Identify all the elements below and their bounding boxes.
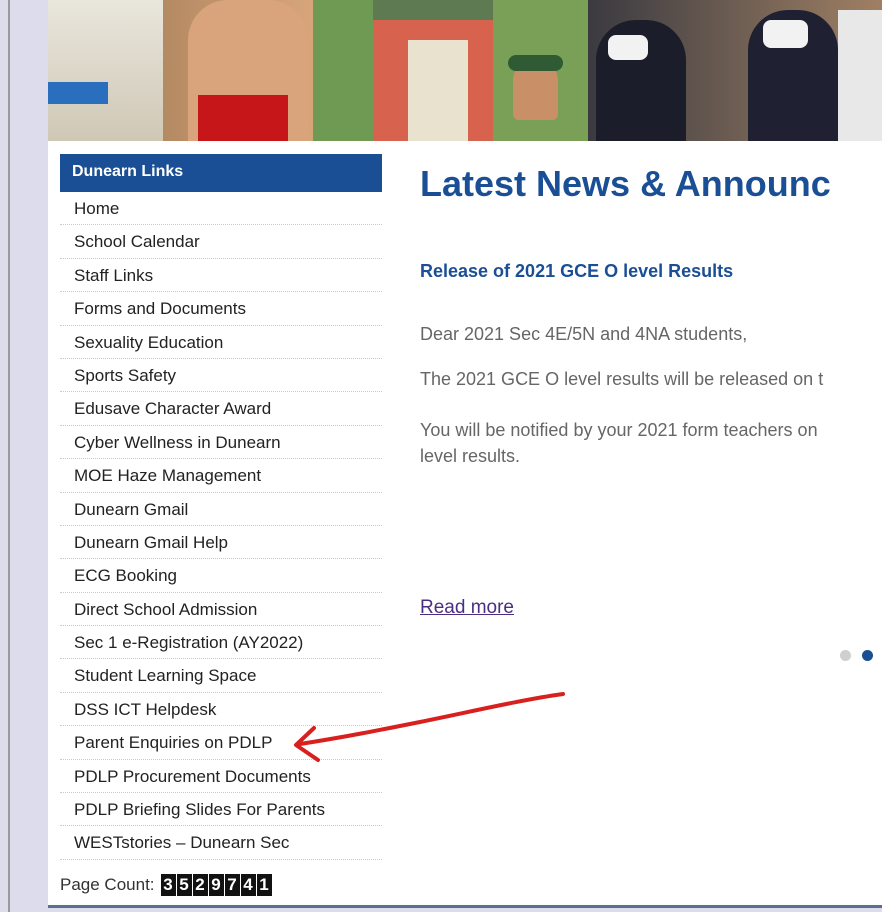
carousel-dots xyxy=(840,650,882,661)
article-paragraph: level results. xyxy=(420,446,521,466)
sidebar-item-staff-links[interactable]: Staff Links xyxy=(60,259,382,293)
sidebar-item-parent-enquiries-pdlp[interactable]: Parent Enquiries on PDLP xyxy=(60,726,382,760)
sidebar-item-sports-safety[interactable]: Sports Safety xyxy=(60,359,382,393)
sidebar-item-pdlp-briefing-slides[interactable]: PDLP Briefing Slides For Parents xyxy=(60,793,382,827)
page-count-digit: 3 xyxy=(160,874,176,896)
sidebar-item-edusave-character-award[interactable]: Edusave Character Award xyxy=(60,392,382,426)
sidebar-item-sec1-e-registration[interactable]: Sec 1 e-Registration (AY2022) xyxy=(60,626,382,660)
article-paragraph: You will be notified by your 2021 form t… xyxy=(420,420,818,440)
article-paragraph: The 2021 GCE O level results will be rel… xyxy=(420,369,824,389)
sidebar-item-home[interactable]: Home xyxy=(60,192,382,226)
sidebar-menu: Home School Calendar Staff Links Forms a… xyxy=(60,192,382,860)
page-count-label: Page Count: xyxy=(60,875,155,894)
page-bottom-border xyxy=(48,905,882,908)
page-counter: Page Count: 3 5 2 9 7 4 1 xyxy=(60,874,273,896)
sidebar-item-ecg-booking[interactable]: ECG Booking xyxy=(60,559,382,593)
sidebar-item-pdlp-procurement-documents[interactable]: PDLP Procurement Documents xyxy=(60,760,382,794)
sidebar-title: Dunearn Links xyxy=(60,154,382,192)
sidebar-item-sexuality-education[interactable]: Sexuality Education xyxy=(60,326,382,359)
news-heading: Latest News & Announc xyxy=(420,163,831,204)
page-count-digit: 5 xyxy=(176,874,192,896)
sidebar-item-dss-ict-helpdesk[interactable]: DSS ICT Helpdesk xyxy=(60,693,382,727)
page-count-digits: 3 5 2 9 7 4 1 xyxy=(160,874,273,896)
sidebar-item-dunearn-gmail[interactable]: Dunearn Gmail xyxy=(60,493,382,526)
window-left-border xyxy=(8,0,10,912)
article-title-link[interactable]: Release of 2021 GCE O level Results xyxy=(420,261,733,282)
page-count-digit: 4 xyxy=(240,874,256,896)
sidebar-item-weststories[interactable]: WESTstories – Dunearn Sec xyxy=(60,826,382,860)
sidebar-item-forms-and-documents[interactable]: Forms and Documents xyxy=(60,292,382,326)
sidebar-item-cyber-wellness[interactable]: Cyber Wellness in Dunearn xyxy=(60,426,382,460)
carousel-dot-1[interactable] xyxy=(840,650,851,661)
page-count-digit: 9 xyxy=(208,874,224,896)
sidebar-item-student-learning-space[interactable]: Student Learning Space xyxy=(60,659,382,693)
page-count-digit: 1 xyxy=(256,874,272,896)
page-count-digit: 2 xyxy=(192,874,208,896)
sidebar: Dunearn Links Home School Calendar Staff… xyxy=(60,154,382,860)
sidebar-item-direct-school-admission[interactable]: Direct School Admission xyxy=(60,593,382,627)
school-banner-image xyxy=(48,0,882,141)
read-more-link[interactable]: Read more xyxy=(420,597,514,619)
sidebar-item-moe-haze-management[interactable]: MOE Haze Management xyxy=(60,459,382,493)
sidebar-item-dunearn-gmail-help[interactable]: Dunearn Gmail Help xyxy=(60,526,382,560)
page-count-digit: 7 xyxy=(224,874,240,896)
web-page: Dunearn Links Home School Calendar Staff… xyxy=(48,0,882,905)
carousel-dot-2[interactable] xyxy=(862,650,873,661)
article-paragraph: Dear 2021 Sec 4E/5N and 4NA students, xyxy=(420,324,748,344)
sidebar-item-school-calendar[interactable]: School Calendar xyxy=(60,225,382,259)
news-section: Latest News & Announc Release of 2021 GC… xyxy=(420,162,882,661)
